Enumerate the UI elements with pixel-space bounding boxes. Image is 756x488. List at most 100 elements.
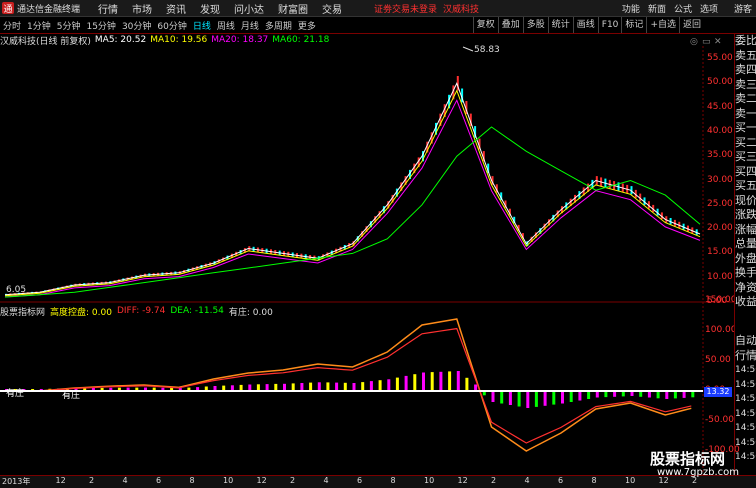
diff-line <box>5 318 692 452</box>
ma20-line <box>4 99 701 298</box>
indicator-bar <box>491 391 495 402</box>
price-tick: 20.00 <box>707 223 733 234</box>
indicator-bar <box>369 381 373 391</box>
indicator-bar <box>256 384 260 391</box>
indicator-bar <box>378 380 382 391</box>
price-tick: 15.00 <box>707 247 733 258</box>
tick-time: 14:56 <box>735 408 756 419</box>
sidebar-change-pct: 涨幅 <box>735 222 756 236</box>
sidebar-sell5: 卖五 <box>735 48 756 62</box>
indicator-bars <box>5 371 695 408</box>
ticks-auto[interactable]: 自动 <box>735 334 756 349</box>
sidebar-volume: 总量 <box>735 237 756 250</box>
sidebar-buy1: 买一 <box>735 121 756 134</box>
sidebar-sell2: 卖二 <box>735 92 756 105</box>
low-price-label: 6.05 <box>6 285 27 295</box>
indicator-tick: -50.00 <box>705 415 735 425</box>
ma10-line <box>4 89 701 297</box>
indicator-bar <box>517 391 521 407</box>
indicator-bar <box>543 391 547 406</box>
date-label: 12 <box>55 476 66 485</box>
indicator-value-box: 13.32 <box>704 387 732 397</box>
indicator-bar <box>682 391 686 398</box>
indicator-bar <box>352 383 356 391</box>
indicator-bar <box>552 391 556 405</box>
ma5-line <box>4 81 701 296</box>
date-label: 8 <box>390 476 396 485</box>
date-label: 10 <box>625 476 636 485</box>
date-label: 8 <box>591 476 597 485</box>
indicator-bar <box>508 391 512 405</box>
tick-time: 14:56 <box>735 423 756 433</box>
indicator-control: 高度控盘: 0.00 <box>50 307 112 318</box>
candlesticks <box>5 76 698 296</box>
date-label: 4 <box>524 476 530 485</box>
sidebar-buy2: 买二 <box>735 135 756 149</box>
indicator-bar <box>413 374 417 391</box>
indicator-bar <box>534 391 538 407</box>
indicator-zhuang: 有庄: 0.00 <box>228 307 273 318</box>
indicator-bar <box>300 383 304 391</box>
tick-time: 14:56 <box>735 365 756 375</box>
watermark-url: www.7gpzb.com <box>657 467 739 478</box>
indicator-bar <box>430 372 434 391</box>
indicator-bar <box>309 382 313 391</box>
indicator-bar <box>317 382 321 392</box>
indicator-dea: DEA: -11.54 <box>170 306 224 316</box>
indicator-bar <box>361 382 365 391</box>
indicator-bar <box>326 382 330 391</box>
sidebar-sell4: 卖四 <box>735 63 756 76</box>
indicator-bar <box>343 382 347 391</box>
indicator-bar <box>291 383 295 391</box>
indicator-bar <box>587 391 591 399</box>
indicator-bar <box>569 391 573 402</box>
sidebar-sell3: 卖三 <box>735 77 756 91</box>
tick-time: 14:56 <box>735 394 756 404</box>
sidebar-buy3: 买三 <box>735 150 756 163</box>
date-label: 12 <box>256 476 267 485</box>
date-axis <box>0 475 756 488</box>
indicator-bar <box>448 371 452 391</box>
indicator-bar <box>665 391 669 399</box>
ma60-line <box>4 126 701 298</box>
ticks-quote[interactable]: 行情 <box>735 349 756 364</box>
date-label: 10 <box>223 476 234 485</box>
indicator-bar <box>673 391 677 399</box>
indicator-bar <box>387 379 391 392</box>
price-tick: 25.00 <box>707 198 733 209</box>
price-tick: 50.00 <box>707 77 733 88</box>
sidebar-sell1: 卖一 <box>735 106 756 120</box>
sidebar-earnings: 收益 <box>735 295 756 308</box>
date-label: 10 <box>424 476 435 485</box>
indicator-tick: 100.00 <box>705 325 737 335</box>
stock-chart[interactable] <box>0 0 756 487</box>
indicator-name[interactable]: 股票指标网 <box>0 305 45 318</box>
indicator-bar <box>265 384 269 391</box>
price-tick: 55.00 <box>707 53 733 63</box>
watermark: 股票指标网 <box>650 450 726 468</box>
date-label: 6 <box>357 476 363 485</box>
indicator-bar <box>404 375 408 391</box>
date-label: 6 <box>156 476 162 485</box>
indicator-bar <box>439 371 443 392</box>
price-tick: 40.00 <box>707 125 733 136</box>
date-label: 8 <box>189 476 195 485</box>
indicator-bar <box>335 382 339 391</box>
date-label: 2 <box>89 476 95 485</box>
price-tick: 45.00 <box>707 101 733 112</box>
sidebar-weibi: 委比 <box>735 34 756 47</box>
date-label: 2 <box>290 476 296 485</box>
date-label: 6 <box>558 476 564 485</box>
zhuang-label: 有庄 <box>6 389 25 399</box>
date-label: 2013年 <box>2 477 31 486</box>
indicator-bar <box>274 383 278 391</box>
date-label: 2 <box>491 476 497 485</box>
sidebar-turnover: 换手 <box>735 266 756 279</box>
indicator-bar <box>526 391 530 408</box>
quote-sidebar: 委比 卖五 卖四 卖三 卖二 卖一 买一 买二 买三 买四 买五 现价 涨跌 涨… <box>734 34 756 334</box>
high-price-label: 58.83 <box>474 45 500 55</box>
price-tick: 30.00 <box>707 174 733 185</box>
indicator-bar <box>456 371 460 391</box>
price-tick: 35.00 <box>707 150 733 161</box>
date-label: 4 <box>122 476 128 485</box>
